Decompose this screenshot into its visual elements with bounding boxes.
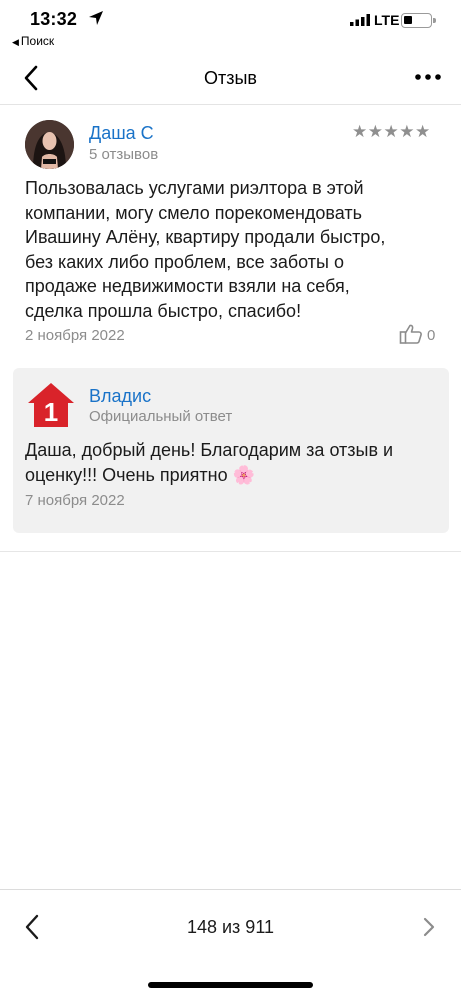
answer-date: 7 ноября 2022 <box>25 492 125 509</box>
back-to-app-link[interactable]: ◀ Поиск <box>12 34 54 48</box>
next-chevron-icon[interactable] <box>422 917 436 937</box>
pager-position: 148 из 911 <box>186 917 275 937</box>
status-bar: 13:32 ◀ Поиск LTE <box>0 0 461 52</box>
network-type: LTE <box>374 12 400 28</box>
content-divider <box>0 551 461 552</box>
back-triangle-icon: ◀ <box>12 37 19 47</box>
company-name[interactable]: Владис <box>89 386 151 407</box>
nav-bar: Отзыв <box>0 52 461 104</box>
battery-icon <box>401 13 432 28</box>
reviewer-name[interactable]: Даша С <box>89 123 154 144</box>
more-dots-icon[interactable] <box>414 72 442 82</box>
back-app-label: Поиск <box>20 34 55 48</box>
company-logo-house-icon[interactable]: 1 <box>26 381 76 429</box>
rating-stars: ★★★★★ <box>352 122 431 141</box>
reviewer-review-count: 5 отзывов <box>89 146 159 163</box>
battery-tip <box>433 18 436 23</box>
logo-digit: 1 <box>44 397 58 427</box>
page-title: Отзыв <box>204 68 257 88</box>
review-date: 2 ноября 2022 <box>25 327 125 344</box>
pager-divider <box>0 889 461 890</box>
reviewer-avatar[interactable] <box>25 120 74 169</box>
location-arrow-icon <box>89 11 103 25</box>
official-answer-card: 1 Владис Официальный ответ Даша, добрый … <box>13 368 449 533</box>
review-text: Пользовалась услугами риэлтора в этой ко… <box>25 178 386 321</box>
thumbs-up-icon <box>399 324 422 344</box>
like-count: 0 <box>427 327 436 344</box>
status-time: 13:32 <box>30 9 78 29</box>
home-indicator[interactable] <box>148 982 313 988</box>
nav-divider <box>0 104 461 105</box>
official-answer-label: Официальный ответ <box>89 408 233 425</box>
signal-bars-icon <box>350 14 370 26</box>
avatar-photo <box>25 120 74 169</box>
answer-text: Даша, добрый день! Благодарим за отзыв и… <box>25 440 394 485</box>
